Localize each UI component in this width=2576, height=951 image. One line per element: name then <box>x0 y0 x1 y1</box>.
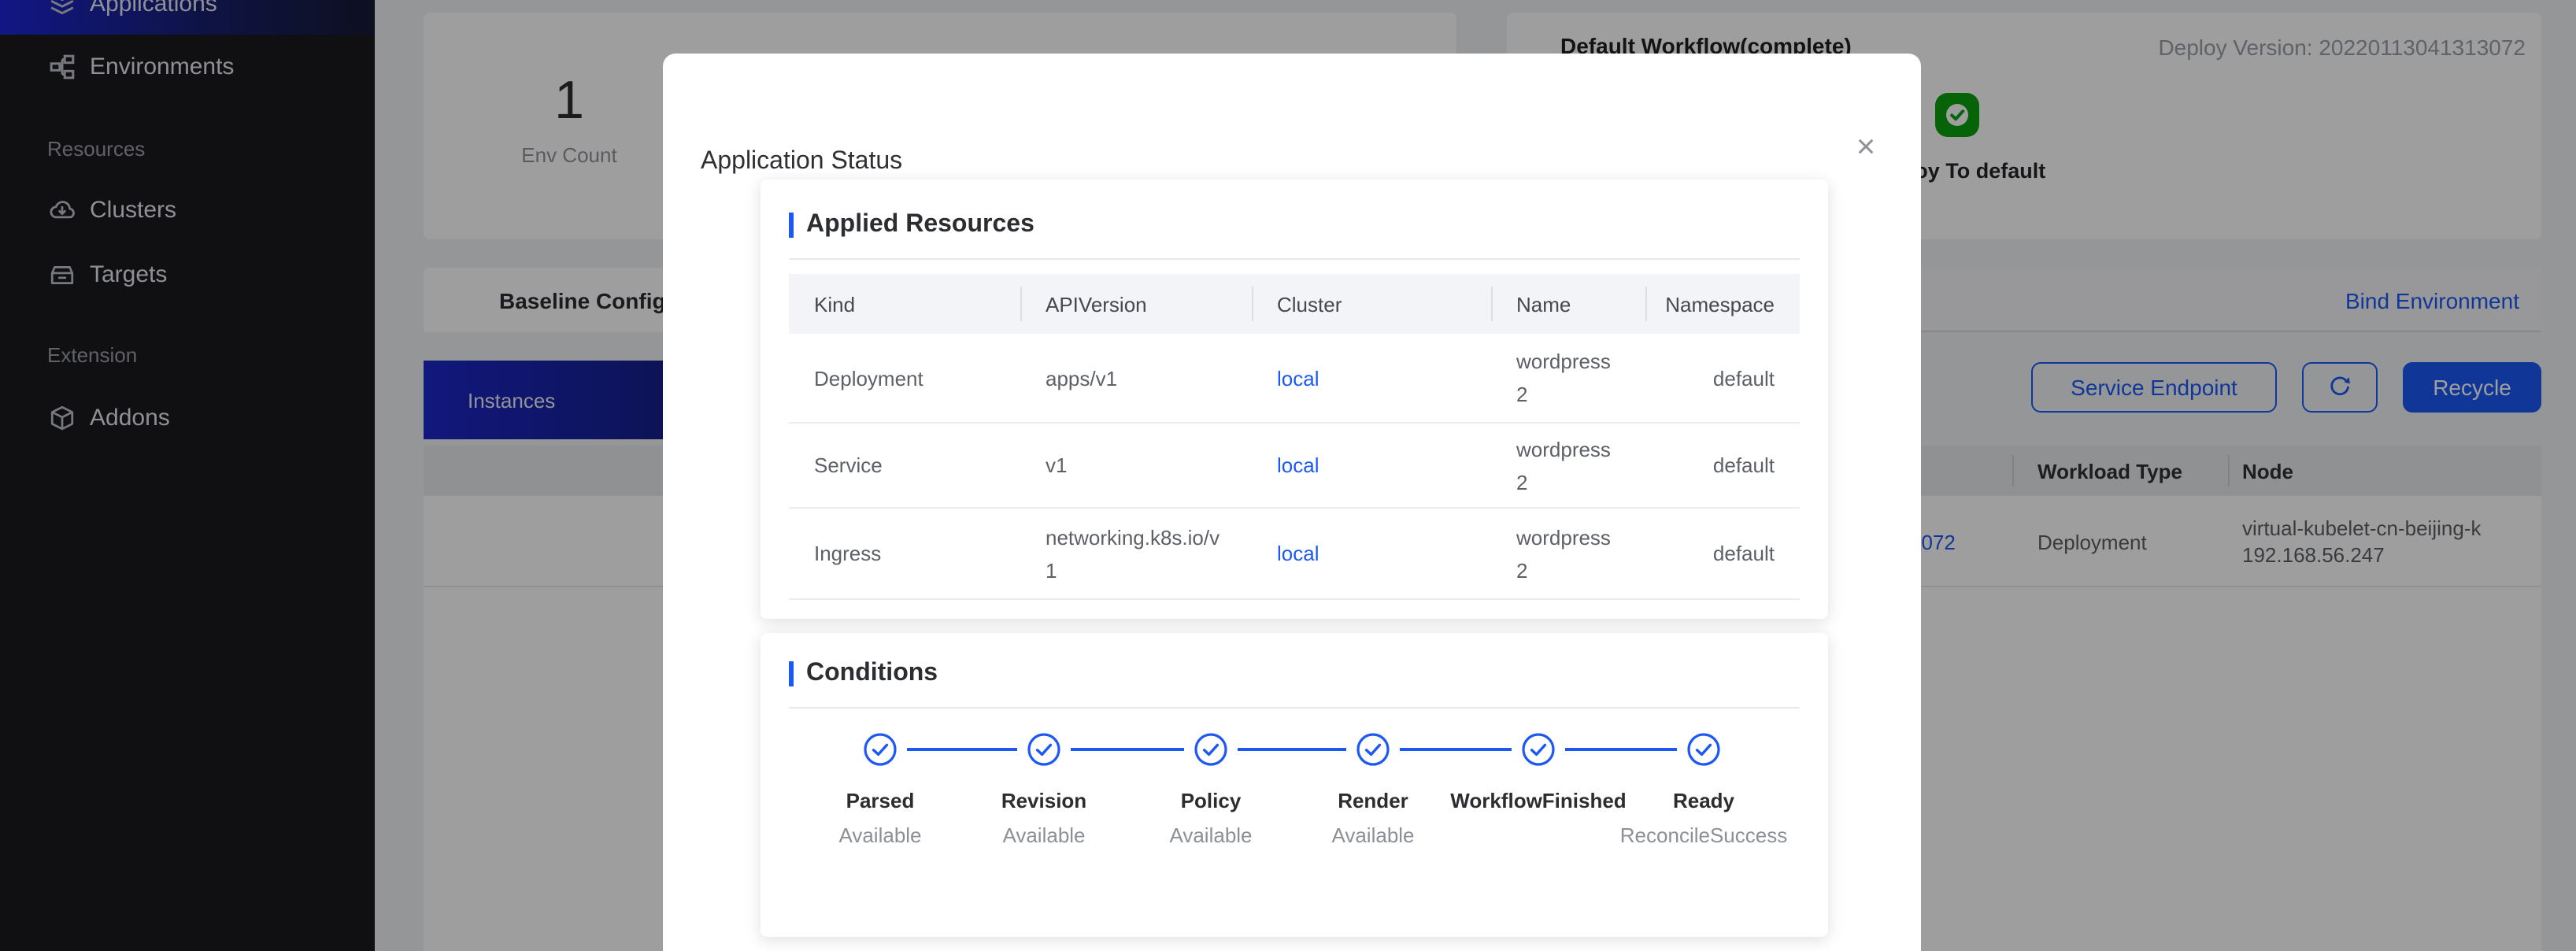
applied-resources-table-header: Kind APIVersion Cluster Name Namespace <box>789 274 1800 334</box>
name-cell: wordpress 2 <box>1516 525 1611 582</box>
check-circle-icon <box>1356 733 1390 766</box>
applied-resources-table: Kind APIVersion Cluster Name Namespace D… <box>789 274 1800 600</box>
conditions-timeline: Parsed Available Revision Available Poli… <box>761 633 1828 937</box>
application-status-modal: Application Status × Applied Resources K… <box>663 54 1921 951</box>
check-circle-icon <box>1687 733 1720 766</box>
namespace-cell: default <box>1712 453 1775 477</box>
column-header-namespace: Namespace <box>1645 274 1800 334</box>
check-circle-icon <box>1522 733 1555 766</box>
cluster-link[interactable]: local <box>1277 361 1319 394</box>
check-circle-icon <box>1194 733 1227 766</box>
namespace-cell: default <box>1712 366 1775 390</box>
apiversion-cell: networking.k8s.io/v1 <box>1046 525 1220 582</box>
column-header-kind: Kind <box>814 292 856 316</box>
kind-cell: Service <box>814 453 883 477</box>
column-header-cluster: Cluster <box>1252 274 1491 334</box>
name-cell: wordpress 2 <box>1516 437 1611 494</box>
check-circle-icon <box>864 733 897 766</box>
close-icon[interactable]: × <box>1849 129 1883 164</box>
table-row: Deployment apps/v1 local wordpress 2 def… <box>789 334 1800 424</box>
table-row: Ingress networking.k8s.io/v1 local wordp… <box>789 509 1800 600</box>
check-circle-icon <box>1027 733 1060 766</box>
cluster-link[interactable]: local <box>1277 449 1319 482</box>
conditions-card: Conditions Parsed Available Revision Ava… <box>761 633 1828 937</box>
modal-title: Application Status <box>701 148 903 175</box>
column-header-apiversion: APIVersion <box>1020 274 1252 334</box>
kind-cell: Ingress <box>814 542 882 565</box>
condition-step-ready: Ready ReconcileSuccess <box>1586 732 1822 847</box>
section-divider <box>789 258 1800 260</box>
apiversion-cell: v1 <box>1046 453 1068 477</box>
app-root: Applications Environments Resources Clus… <box>0 0 2576 951</box>
cluster-link[interactable]: local <box>1277 537 1319 570</box>
applied-resources-title: Applied Resources <box>806 211 1034 238</box>
column-header-name: Name <box>1491 274 1645 334</box>
section-accent-bar <box>789 213 794 238</box>
namespace-cell: default <box>1712 542 1775 565</box>
table-row: Service v1 local wordpress 2 default <box>789 424 1800 509</box>
name-cell: wordpress 2 <box>1516 350 1611 406</box>
kind-cell: Deployment <box>814 366 923 390</box>
apiversion-cell: apps/v1 <box>1046 366 1118 390</box>
applied-resources-card: Applied Resources Kind APIVersion Cluste… <box>761 179 1828 619</box>
